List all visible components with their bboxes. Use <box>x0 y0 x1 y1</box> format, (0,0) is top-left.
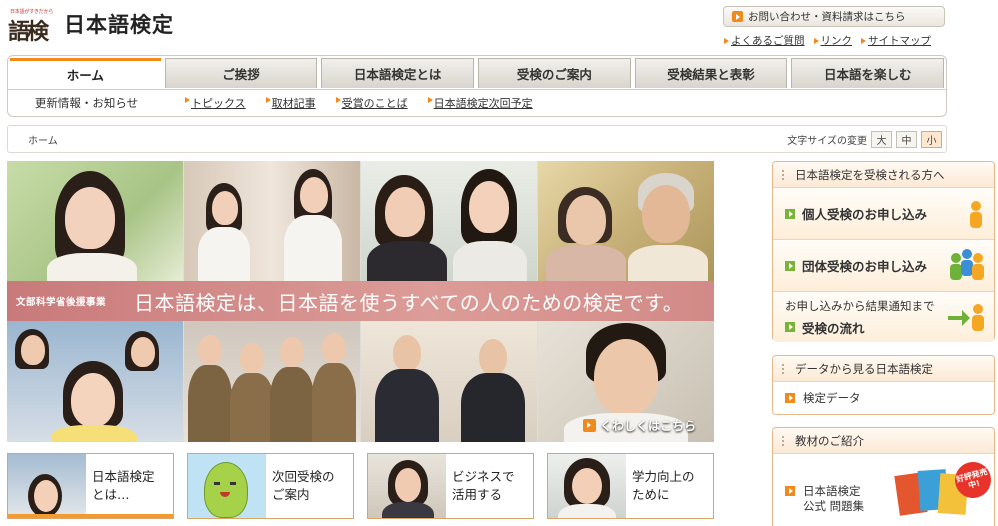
breadcrumb: ホーム 文字サイズの変更 大 中 小 <box>7 125 947 153</box>
hero-slogan-band: 文部科学省後援事業 日本語検定は、日本語を使うすべての人のための検定です。 <box>7 281 714 321</box>
hero-photo-children <box>7 321 183 442</box>
font-size-label: 文字サイズの変更 <box>787 135 867 147</box>
apply-panel-header: 日本語検定を受検される方へ <box>773 162 994 188</box>
hero-photo-students <box>184 161 360 281</box>
workbook-line1: 日本語検定 <box>803 484 861 498</box>
banner-next-exam[interactable]: 次回受検の ご案内 <box>187 453 354 519</box>
hero-more-label: くわしくはこちら <box>599 419 696 433</box>
font-size-switcher: 文字サイズの変更 大 中 小 <box>787 130 942 148</box>
font-size-large-button[interactable]: 大 <box>871 130 892 148</box>
banner-business-text: ビジネスで 活用する <box>452 469 515 502</box>
banner-about-thumb <box>8 454 86 518</box>
triangle-icon <box>265 97 271 103</box>
press-link[interactable]: 取材記事 <box>265 95 316 111</box>
triangle-icon <box>335 97 341 103</box>
materials-panel-title: 教材のご紹介 <box>795 433 864 448</box>
mascot-icon <box>188 454 266 518</box>
workbook-line2: 公式 問題集 <box>803 499 865 513</box>
hero-photo-seniors <box>538 161 714 281</box>
award-words-link[interactable]: 受賞のことば <box>335 95 408 111</box>
breadcrumb-current: ホーム <box>28 135 58 147</box>
banner-about-underline <box>8 514 173 518</box>
exam-flow-label: 受検の流れ <box>802 320 865 336</box>
person-icon <box>970 201 982 228</box>
faq-link[interactable]: よくあるご質問 <box>724 33 805 48</box>
next-schedule-link[interactable]: 日本語検定次回予定 <box>427 95 533 111</box>
triangle-icon <box>185 97 190 103</box>
site-logo[interactable]: 日本語がすきだから 語検 日本語検定 <box>8 8 174 45</box>
triangle-icon <box>427 97 433 103</box>
arrow-person-icon <box>948 304 984 331</box>
arrow-square-icon <box>785 486 795 496</box>
arrow-square-icon <box>582 419 596 432</box>
banner-business[interactable]: ビジネスで 活用する <box>367 453 534 519</box>
materials-panel-header: 教材のご紹介 <box>773 428 994 454</box>
logo-mark-text: 語検 <box>8 19 49 45</box>
sub-nav-label: 更新情報・お知らせ <box>34 96 139 110</box>
tab-about[interactable]: 日本語検定とは <box>321 58 475 88</box>
site-title: 日本語検定 <box>64 13 174 37</box>
banner-study-text: 学力向上の ために <box>632 469 695 502</box>
triangle-icon <box>724 37 729 44</box>
banner-study-thumb <box>548 454 626 518</box>
hero-tag: 文部科学省後援事業 <box>16 297 107 308</box>
arrow-square-icon <box>785 393 795 403</box>
hero-photo-business <box>361 321 537 442</box>
triangle-icon <box>861 37 866 44</box>
apply-panel: 日本語検定を受検される方へ 個人受検のお申し込み 団体受検のお申し込み お申し込… <box>772 161 995 342</box>
individual-apply-link[interactable]: 個人受検のお申し込み <box>773 188 994 240</box>
exam-flow-caption: お申し込みから結果通知まで <box>785 298 935 313</box>
main-nav: ホーム ご挨拶 日本語検定とは 受検のご案内 受検結果と表彰 日本語を楽しむ 更… <box>7 55 947 117</box>
arrow-square-icon <box>785 208 795 219</box>
banner-business-thumb <box>368 454 446 518</box>
tab-results[interactable]: 受検結果と表彰 <box>634 58 788 88</box>
sitemap-link[interactable]: サイトマップ <box>861 33 931 48</box>
materials-panel: 教材のご紹介 日本語検定 公式 問題集 好評発売中! <box>772 427 996 526</box>
tab-enjoy[interactable]: 日本語を楽しむ <box>791 58 945 88</box>
banner-about[interactable]: 日本語検定 とは… <box>7 453 174 519</box>
grip-icon <box>781 168 785 181</box>
arrow-square-icon <box>732 11 743 22</box>
tab-exam-guide[interactable]: 受検のご案内 <box>478 58 631 88</box>
workbook-link[interactable]: 日本語検定 公式 問題集 好評発売中! <box>773 454 996 526</box>
utility-links: よくあるご質問 リンク サイトマップ <box>724 33 931 48</box>
logo-mark: 日本語がすきだから 語検 <box>8 8 56 45</box>
apply-panel-title: 日本語検定を受検される方へ <box>795 167 945 182</box>
grip-icon <box>781 434 785 447</box>
exam-data-link[interactable]: 検定データ <box>773 382 994 414</box>
tab-greeting[interactable]: ご挨拶 <box>164 58 318 88</box>
topics-link[interactable]: トピックス <box>185 95 246 111</box>
hero-more-button[interactable]: くわしくはこちら <box>582 417 696 434</box>
hero-slogan: 日本語検定は、日本語を使うすべての人のための検定です。 <box>134 290 684 315</box>
triangle-icon <box>813 37 819 44</box>
contact-button[interactable]: お問い合わせ・資料請求はこちら <box>723 6 945 27</box>
hero-banner[interactable]: 文部科学省後援事業 日本語検定は、日本語を使うすべての人のための検定です。 くわ… <box>7 161 714 442</box>
hero-photo-women <box>361 161 537 281</box>
links-link[interactable]: リンク <box>813 33 852 48</box>
group-icon <box>950 249 984 280</box>
font-size-medium-button[interactable]: 中 <box>896 130 917 148</box>
contact-label: お問い合わせ・資料請求はこちら <box>748 11 906 23</box>
exam-flow-link[interactable]: お申し込みから結果通知まで 受検の流れ <box>773 292 994 342</box>
arrow-square-icon <box>785 260 795 271</box>
hero-photo-girl <box>7 161 183 281</box>
banner-study[interactable]: 学力向上の ために <box>547 453 714 519</box>
font-size-small-button[interactable]: 小 <box>921 130 942 148</box>
group-apply-link[interactable]: 団体受検のお申し込み <box>773 240 994 292</box>
data-panel-title: データから見る日本語検定 <box>795 361 933 376</box>
nav-tabs: ホーム ご挨拶 日本語検定とは 受検のご案内 受検結果と表彰 日本語を楽しむ <box>8 56 946 89</box>
data-panel-header: データから見る日本語検定 <box>773 356 994 382</box>
tab-home[interactable]: ホーム <box>10 58 161 88</box>
banner-about-text: 日本語検定 とは… <box>92 469 155 502</box>
arrow-square-icon <box>785 322 795 332</box>
grip-icon <box>781 362 785 375</box>
hero-photo-uniforms <box>184 321 360 442</box>
banner-next-exam-text: 次回受検の ご案内 <box>272 469 335 502</box>
sub-nav: 更新情報・お知らせ トピックス 取材記事 受賞のことば 日本語検定次回予定 <box>8 89 946 116</box>
data-panel: データから見る日本語検定 検定データ <box>772 355 995 415</box>
